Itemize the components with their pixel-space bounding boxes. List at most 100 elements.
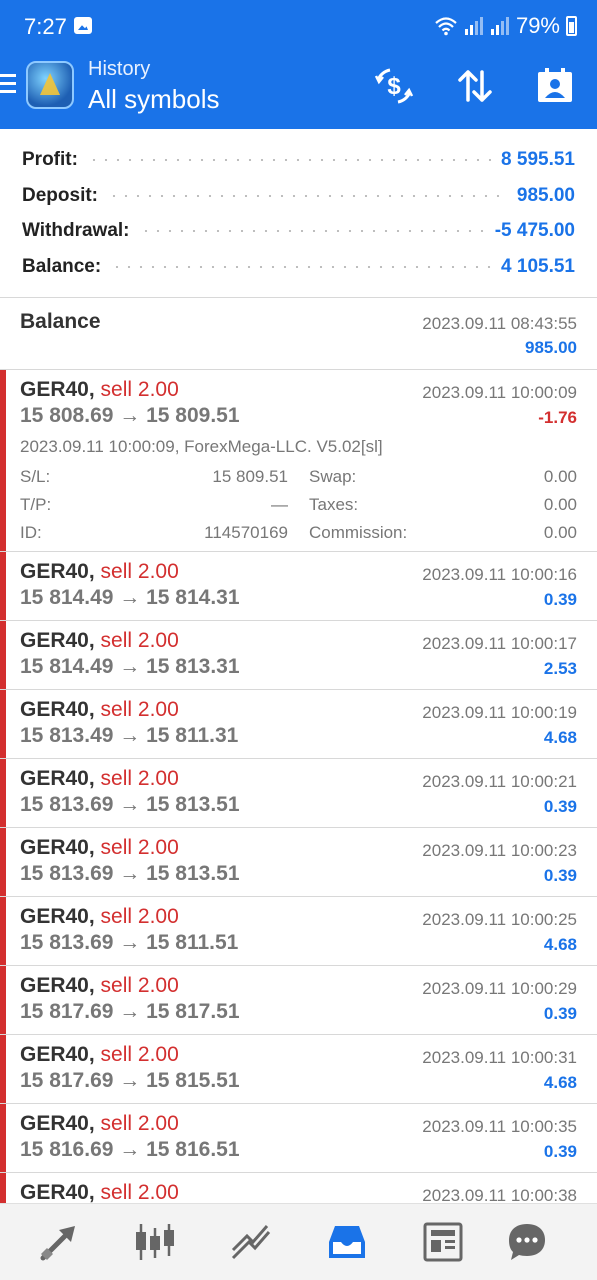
summary-label: Withdrawal: bbox=[22, 220, 130, 241]
balance-entry-time: 2023.09.11 08:43:55 bbox=[422, 314, 577, 333]
sell-indicator bbox=[0, 1035, 6, 1103]
nav-trade[interactable] bbox=[37, 1220, 81, 1264]
balance-entry[interactable]: Balance 2023.09.11 08:43:55 985.00 bbox=[0, 298, 597, 370]
summary-row-balance: Balance: 4 105.51 bbox=[22, 252, 575, 282]
deal-profit: 4.68 bbox=[543, 728, 577, 747]
status-time: 7:27 bbox=[24, 14, 67, 39]
taxes-value: 0.00 bbox=[543, 495, 577, 514]
summary-label: Balance: bbox=[22, 256, 102, 277]
deal-type: sell 2.00 bbox=[100, 1112, 179, 1135]
sell-indicator bbox=[0, 552, 6, 620]
image-notification-icon bbox=[74, 17, 92, 34]
deal-symbol: GER40, bbox=[20, 767, 95, 790]
taxes-label: Taxes: bbox=[309, 495, 359, 514]
top-bar: 7:27 79% History All symbols $ bbox=[0, 0, 597, 129]
news-icon bbox=[423, 1222, 463, 1262]
sell-indicator bbox=[0, 897, 6, 965]
deal-profit: 0.39 bbox=[543, 797, 577, 816]
nav-history[interactable] bbox=[325, 1220, 369, 1264]
commission-value: 0.00 bbox=[543, 523, 577, 542]
sell-indicator bbox=[0, 966, 6, 1034]
deal-row[interactable]: GER40, sell 2.00 15 813.69 → 15 813.51 2… bbox=[0, 759, 597, 828]
status-indicators: 79% bbox=[434, 12, 577, 40]
summary-row-deposit: Deposit: 985.00 bbox=[22, 181, 575, 211]
commission-label: Commission: bbox=[309, 523, 408, 542]
deal-time: 2023.09.11 10:00:31 bbox=[422, 1048, 577, 1067]
deal-symbol: GER40, bbox=[20, 1043, 95, 1066]
deal-row[interactable]: GER40, sell 2.00 15 814.49 → 15 813.31 2… bbox=[0, 621, 597, 690]
sell-indicator bbox=[0, 759, 6, 827]
menu-icon[interactable] bbox=[0, 74, 16, 94]
deal-symbol: GER40, bbox=[20, 698, 95, 721]
sell-indicator bbox=[0, 370, 6, 551]
deal-type: sell 2.00 bbox=[100, 560, 179, 583]
dollar-exchange-button[interactable]: $ bbox=[374, 66, 414, 106]
deal-time: 2023.09.11 10:00:29 bbox=[422, 979, 577, 998]
deal-row[interactable]: GER40, sell 2.00 15 817.69 → 15 815.51 2… bbox=[0, 1035, 597, 1104]
history-summary: Profit: 8 595.51 Deposit: 985.00 Withdra… bbox=[0, 129, 597, 298]
summary-row-profit: Profit: 8 595.51 bbox=[22, 145, 575, 175]
deal-row[interactable]: GER40, sell 2.00 15 817.69 → 15 817.51 2… bbox=[0, 966, 597, 1035]
app-logo bbox=[26, 61, 74, 109]
sl-value: 15 809.51 bbox=[212, 467, 288, 486]
deal-comment: 2023.09.11 10:00:09, ForexMega-LLC. V5.0… bbox=[20, 437, 383, 456]
deal-type: sell 2.00 bbox=[100, 1043, 179, 1066]
deal-type: sell 2.00 bbox=[100, 974, 179, 997]
header-title[interactable]: All symbols bbox=[88, 84, 219, 115]
deal-row[interactable]: GER40, sell 2.00 15 813.69 → 15 811.51 2… bbox=[0, 897, 597, 966]
trade-arrows-icon bbox=[40, 1226, 75, 1261]
deal-symbol: GER40, bbox=[20, 1112, 95, 1135]
dollar-exchange-icon: $ bbox=[374, 68, 414, 104]
deal-profit: 0.39 bbox=[543, 1004, 577, 1023]
deal-prices: 15 813.69 → 15 813.51 bbox=[20, 793, 240, 816]
contact-card-icon bbox=[538, 68, 572, 102]
nav-chart[interactable] bbox=[229, 1220, 273, 1264]
deal-symbol: GER40, bbox=[20, 629, 95, 652]
sort-button[interactable] bbox=[455, 66, 495, 106]
nav-chat[interactable] bbox=[505, 1220, 549, 1264]
deal-time: 2023.09.11 10:00:19 bbox=[422, 703, 577, 722]
nav-news[interactable] bbox=[421, 1220, 465, 1264]
deal-time: 2023.09.11 10:00:21 bbox=[422, 772, 577, 791]
deal-time: 2023.09.11 10:00:17 bbox=[422, 634, 577, 653]
summary-value: 985.00 bbox=[516, 185, 575, 206]
deal-profit: 4.68 bbox=[543, 1073, 577, 1092]
status-bar: 7:27 79% bbox=[0, 0, 597, 52]
summary-row-withdrawal: Withdrawal: -5 475.00 bbox=[22, 216, 575, 246]
svg-text:$: $ bbox=[387, 73, 401, 100]
deal-row[interactable]: GER40, sell 2.00 15 816.69 → 15 816.51 2… bbox=[0, 1104, 597, 1173]
deal-symbol: GER40, bbox=[20, 1181, 95, 1204]
sell-indicator bbox=[0, 690, 6, 758]
deal-row[interactable]: GER40, sell 2.00 15 813.69 → 15 813.51 2… bbox=[0, 828, 597, 897]
sell-indicator bbox=[0, 621, 6, 689]
swap-value: 0.00 bbox=[543, 467, 577, 486]
deal-row[interactable]: GER40, sell 2.00 15 813.49 → 15 811.31 2… bbox=[0, 690, 597, 759]
app-header: History All symbols $ bbox=[0, 52, 597, 129]
deal-prices: 15 813.69 → 15 811.51 bbox=[20, 931, 239, 954]
deal-type: sell 2.00 bbox=[100, 836, 179, 859]
deal-type: sell 2.00 bbox=[100, 698, 179, 721]
deal-symbol: GER40, bbox=[20, 378, 95, 401]
nav-chart-candles[interactable] bbox=[133, 1220, 177, 1264]
deal-row-expanded[interactable]: GER40, sell 2.00 15 808.69 → 15 809.51 2… bbox=[0, 370, 597, 552]
deal-profit: 4.68 bbox=[543, 935, 577, 954]
sell-indicator bbox=[0, 828, 6, 896]
history-inbox-icon bbox=[329, 1226, 365, 1258]
journal-button[interactable] bbox=[535, 66, 575, 106]
header-subtitle: History bbox=[88, 58, 151, 80]
summary-value: -5 475.00 bbox=[494, 220, 575, 241]
deal-type: sell 2.00 bbox=[100, 378, 179, 401]
chart-trend-icon bbox=[231, 1225, 271, 1260]
sell-indicator bbox=[0, 1104, 6, 1172]
deal-symbol: GER40, bbox=[20, 974, 95, 997]
deals-list: GER40, sell 2.00 15 808.69 → 15 809.51 2… bbox=[0, 370, 597, 1242]
deal-profit: -1.76 bbox=[538, 408, 577, 427]
deal-prices: 15 814.49 → 15 813.31 bbox=[20, 655, 240, 678]
deal-type: sell 2.00 bbox=[100, 905, 179, 928]
deal-profit: 2.53 bbox=[543, 659, 577, 678]
deal-prices: 15 814.49 → 15 814.31 bbox=[20, 586, 240, 609]
deal-time: 2023.09.11 10:00:25 bbox=[422, 910, 577, 929]
summary-label: Deposit: bbox=[22, 185, 98, 206]
deal-type: sell 2.00 bbox=[100, 629, 179, 652]
deal-row[interactable]: GER40, sell 2.00 15 814.49 → 15 814.31 2… bbox=[0, 552, 597, 621]
